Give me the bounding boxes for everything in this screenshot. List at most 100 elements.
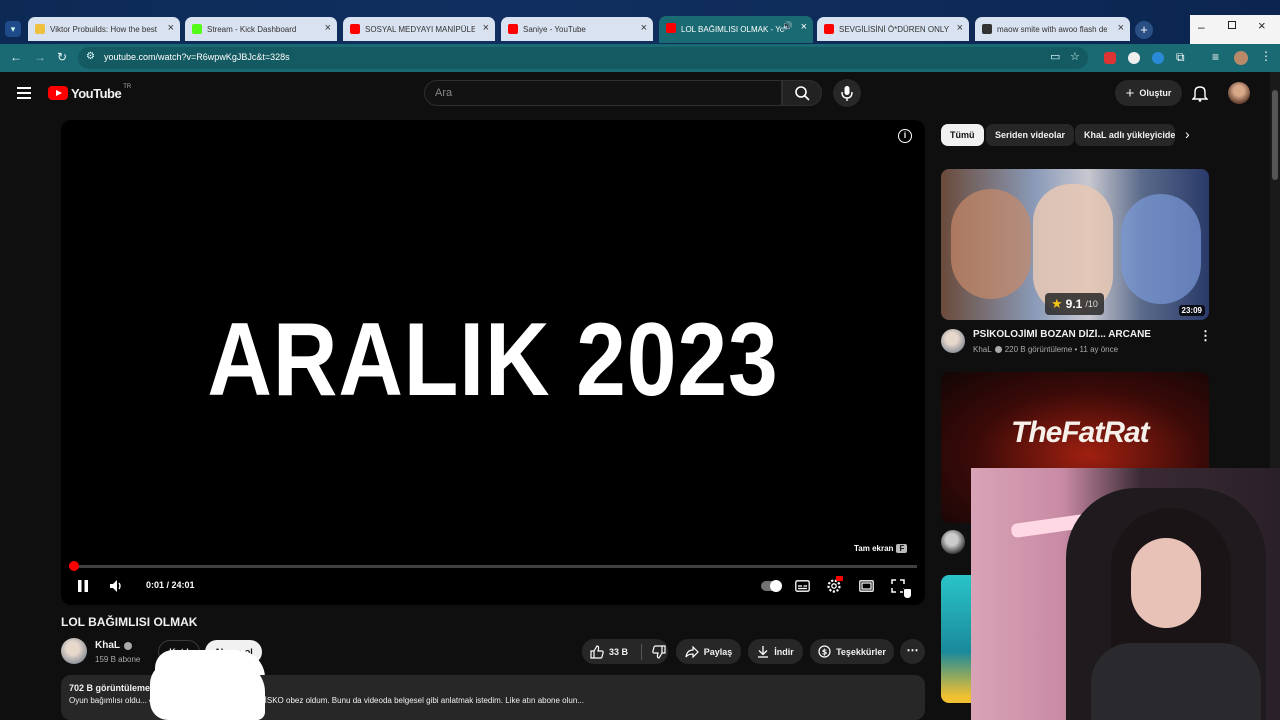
extension-icon[interactable] [1128,52,1140,64]
tab-title: LOL BAĞIMLISI OLMAK - Yo [681,25,785,34]
browser-tab[interactable]: Stream - Kick Dashboard × [185,17,337,41]
region-code: TR [123,84,132,90]
progress-bar[interactable] [69,561,917,571]
minimize-icon[interactable]: – [1198,20,1205,34]
recommended-video-title[interactable]: PSİKOLOJİMİ BOZAN DİZİ... ARCANE [973,329,1188,340]
more-actions-button[interactable]: ⋯ [900,639,925,664]
new-tab-button[interactable]: + [1135,21,1153,39]
search-button[interactable] [782,80,822,106]
download-button[interactable]: İndir [748,639,803,664]
close-icon[interactable]: × [801,21,807,33]
share-button[interactable]: Paylaş [676,639,741,664]
browser-tab[interactable]: Viktor Probuilds: How the best × [28,17,180,41]
volume-button[interactable] [109,579,125,593]
browser-tab[interactable]: SEVGİLİSİNİ Ö*DÜREN ONLYFA × [817,17,969,41]
media-control-icon[interactable]: ≡ [1212,50,1219,64]
close-icon[interactable]: × [168,22,174,34]
webcam-overlay [971,468,1280,720]
reload-icon[interactable]: ↻ [57,50,67,64]
hamburger-menu-icon[interactable] [17,87,31,99]
svg-text:$: $ [822,648,828,657]
forward-icon[interactable]: → [34,50,46,64]
plus-icon: + [1140,22,1148,37]
chips-next-button[interactable]: › [1185,126,1190,142]
tab-title: Viktor Probuilds: How the best [50,24,158,34]
rating-value: 9.1 [1065,297,1083,311]
divider [641,643,643,660]
chip-series[interactable]: Seriden videolar [986,124,1075,146]
fullscreen-tooltip: Tam ekran F [854,544,908,553]
youtube-logo[interactable]: YouTube TR [48,84,132,101]
more-vertical-icon: ⋮ [1199,328,1212,343]
close-icon[interactable]: × [957,22,963,34]
theater-mode-button[interactable] [859,580,874,592]
favicon-icon [35,24,45,34]
duration-badge: 23:09 [1178,305,1205,316]
account-avatar[interactable] [1228,82,1250,104]
maximize-icon[interactable] [1228,21,1236,29]
scrubber-handle[interactable] [69,561,80,571]
channel-avatar[interactable] [61,638,87,664]
share-arrow-icon [685,645,699,658]
search-input[interactable]: Ara [424,80,782,106]
close-icon[interactable]: × [483,22,489,34]
like-count: 33 B [609,646,629,657]
address-bar[interactable]: ⚙ youtube.com/watch?v=R6wpwKgJBJc&t=328s… [78,47,1088,69]
create-button[interactable]: + Oluştur [1115,80,1182,106]
browser-menu-icon[interactable]: ⋮ [1260,49,1272,63]
extension-icon[interactable] [1152,52,1164,64]
rating-max: /10 [1085,299,1098,309]
like-button[interactable]: 33 B [590,644,629,659]
browser-tab[interactable]: maow smite with awoo flash de × [975,17,1130,41]
channel-name[interactable]: KhaL [95,640,132,651]
site-info-icon[interactable]: ⚙ [86,51,95,62]
video-info-icon[interactable]: i [898,129,912,143]
chip-uploader[interactable]: KhaL adlı yükleyiciden [1075,124,1175,146]
tab-title: SEVGİLİSİNİ Ö*DÜREN ONLYFA [839,24,949,34]
recommended-video-thumbnail[interactable] [941,575,971,703]
close-icon[interactable]: × [325,22,331,34]
tab-search-button[interactable]: ▾ [5,21,21,37]
profile-avatar-icon[interactable] [1234,51,1248,65]
close-window-icon[interactable]: × [1258,18,1266,33]
channel-name-text: KhaL [973,345,992,354]
chip-all[interactable]: Tümü [941,124,984,146]
favicon-icon [350,24,360,34]
search-icon [795,86,810,101]
autoplay-toggle[interactable] [761,580,782,592]
pause-icon [78,580,88,592]
close-icon[interactable]: × [641,22,647,34]
adblock-icon[interactable] [1104,52,1116,64]
subtitles-button[interactable] [795,580,810,592]
cast-icon[interactable]: ▭ [1050,50,1060,63]
back-icon[interactable]: ← [10,50,22,64]
favicon-icon [824,24,834,34]
thumbnail-overlay-text: TheFatRat [1011,416,1150,449]
window-controls: – × [1190,15,1280,44]
microphone-icon [841,86,853,101]
notifications-button[interactable] [1192,84,1208,102]
browser-tab-active[interactable]: LOL BAĞIMLISI OLMAK - Yo 🔊 × [659,16,813,43]
thumbs-down-icon [652,644,666,659]
browser-tab[interactable]: Saniye - YouTube × [501,17,653,41]
video-options-button[interactable]: ⋮ [1199,328,1212,344]
browser-tab[interactable]: SOSYAL MEDYAYI MANİPÜLE E × [343,17,495,41]
bookmark-star-icon[interactable]: ☆ [1070,50,1080,63]
video-player[interactable]: i ARALIK 2023 Tam ekran F 0:01 / 24:01 [61,120,925,605]
settings-button[interactable] [826,576,843,594]
speaker-icon[interactable]: 🔊 [782,21,793,32]
close-icon[interactable]: × [1118,22,1124,34]
recommended-channel-avatar[interactable] [941,329,965,353]
dislike-button[interactable] [652,644,666,659]
pause-button[interactable] [77,579,89,593]
tooltip-label: Tam ekran [854,544,894,553]
puzzle-icon[interactable]: ⧉ [1176,50,1185,65]
thumbnail-face-right [1121,194,1201,304]
voice-search-button[interactable] [833,79,861,107]
thanks-button[interactable]: $ Teşekkürler [810,639,894,664]
recommended-channel-avatar[interactable] [941,530,965,554]
download-label: İndir [774,646,794,657]
scrollbar-thumb[interactable] [1272,90,1278,180]
subtitles-icon [795,580,810,592]
recommended-video-thumbnail[interactable]: ★ 9.1 /10 23:09 [941,169,1209,320]
